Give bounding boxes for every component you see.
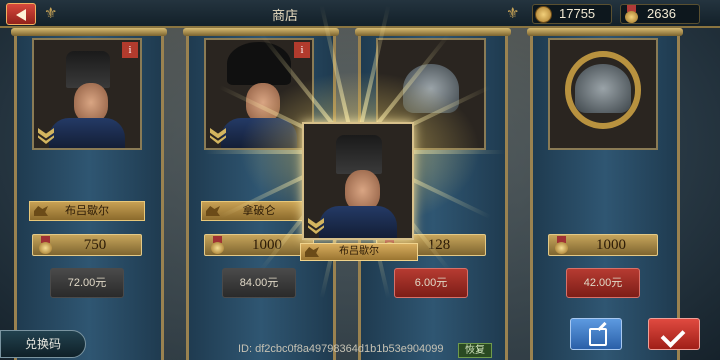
wing-icon: [305, 247, 319, 257]
shako-hat: [65, 50, 111, 88]
confirm-button[interactable]: [648, 318, 700, 350]
shako-hat: [336, 135, 382, 175]
buy-button[interactable]: 42.00元: [566, 268, 640, 298]
redeem-code-button[interactable]: 兑换码: [0, 330, 86, 358]
uniform: [319, 206, 397, 238]
general-face: [345, 169, 380, 211]
general-face: [74, 83, 109, 123]
item-price: 1000: [548, 234, 658, 256]
item-portrait[interactable]: i: [32, 38, 142, 150]
share-button[interactable]: [570, 318, 622, 350]
back-button[interactable]: [6, 3, 36, 25]
featured-general-name: 布吕歇尔: [300, 243, 418, 261]
featured-name-label: 布吕歇尔: [339, 246, 379, 257]
gold-amount: 17755: [559, 6, 596, 21]
item-name: 布吕歇尔: [29, 201, 145, 221]
medal-counter: 2636: [620, 4, 700, 24]
gold-counter: 17755: [532, 4, 612, 24]
medal-icon: [211, 236, 224, 254]
buy-button[interactable]: 6.00元: [394, 268, 468, 298]
uniform: [48, 117, 126, 148]
medal-icon: [39, 236, 52, 254]
medal-amount: 2636: [647, 6, 676, 21]
item-name-label: 布吕歇尔: [65, 204, 109, 217]
medal-icon: [555, 236, 568, 254]
buy-button[interactable]: 84.00元: [222, 268, 296, 298]
buy-button[interactable]: 72.00元: [50, 268, 124, 298]
item-price: 750: [32, 234, 142, 256]
item-portrait[interactable]: [548, 38, 658, 150]
item-price: 1000: [204, 234, 314, 256]
top-bar: ⚜ 商店 ⚜ 17755 2636: [0, 0, 720, 28]
restore-purchases-button[interactable]: 恢复: [458, 343, 492, 358]
medal-icon: [625, 5, 638, 23]
featured-general-card[interactable]: [302, 122, 414, 240]
fleur-de-lis-icon: ⚜: [44, 4, 58, 22]
fleur-de-lis-icon: ⚜: [506, 4, 520, 22]
info-icon[interactable]: i: [122, 42, 138, 58]
item-price-value: 750: [83, 237, 107, 253]
helmet-icon: [575, 63, 631, 114]
wing-icon: [34, 206, 48, 216]
item-price-value: 1000: [596, 237, 626, 253]
gold-coin-icon: [535, 6, 552, 23]
info-icon[interactable]: i: [294, 42, 310, 58]
player-id: ID: df2cbc0f8a49798364d1b1b53e904099: [238, 343, 444, 355]
